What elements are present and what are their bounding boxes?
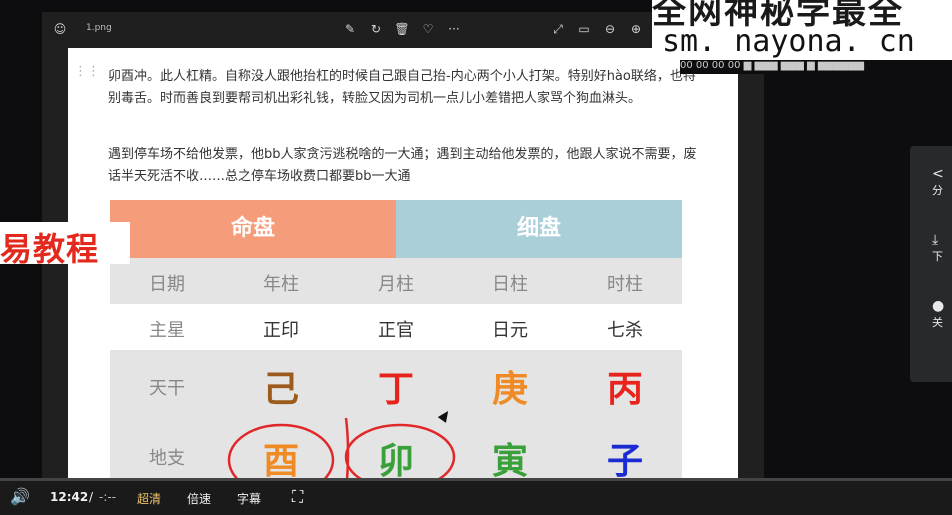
drag-handle-icon[interactable]: ⋮⋮ bbox=[74, 64, 100, 79]
heart-icon[interactable]: ♡ bbox=[420, 21, 436, 37]
download-label: 下 bbox=[932, 250, 943, 263]
share-label: 分 bbox=[932, 184, 943, 197]
share-icon: < bbox=[932, 166, 944, 182]
download-button[interactable]: ⤓ 下 bbox=[932, 232, 952, 264]
tutorial-label: 易教程 bbox=[0, 222, 130, 268]
expand-icon[interactable]: ⤢ bbox=[550, 21, 566, 37]
handdrawn-annotation bbox=[227, 417, 456, 497]
paragraph-2: 遇到停车场不给他发票，他bb人家贪污逃税啥的一大通；遇到主动给他发票的，他跟人家… bbox=[108, 147, 697, 184]
tutorial-label-text: 易教程 bbox=[0, 230, 100, 268]
zoom-in-icon[interactable]: ⊕ bbox=[628, 21, 644, 37]
paragraph-1: 卯酉冲。此人杠精。自称没人跟他抬杠的时候自己跟自己抬-内心两个小人打架。特别好h… bbox=[108, 69, 696, 106]
time-separator: / bbox=[89, 490, 94, 504]
download-icon: ⤓ bbox=[932, 232, 939, 248]
speed-button[interactable]: 倍速 bbox=[187, 490, 211, 507]
document-page: ⋮⋮ 卯酉冲。此人杠精。自称没人跟他抬杠的时候自己跟自己抬-内心两个小人打架。特… bbox=[68, 48, 738, 515]
rotate-icon[interactable]: ↻ bbox=[368, 21, 384, 37]
fullscreen-icon[interactable]: ⛶ bbox=[292, 487, 303, 507]
current-time: 12:42 bbox=[50, 490, 89, 504]
smile-icon[interactable]: ☺ bbox=[52, 21, 68, 37]
filename-label: 1.png bbox=[86, 23, 112, 33]
more-icon[interactable]: ··· bbox=[446, 21, 462, 37]
fit-icon[interactable]: ▭ bbox=[576, 21, 592, 37]
video-player-controls: 🔊 12:42 / -:-- 超清 倍速 字幕 ⛶ bbox=[0, 481, 952, 515]
lightbulb-icon: ● bbox=[932, 298, 945, 314]
volume-icon[interactable]: 🔊 bbox=[10, 487, 30, 506]
edit-icon[interactable]: ✎ bbox=[342, 21, 358, 37]
image-viewer-window: ☺ 1.png ✎ ↻ 🗑 ♡ ··· ⤢ ▭ ⊖ ⊕ ⋮⋮ 卯酉冲。此人杠精。… bbox=[42, 12, 764, 515]
quality-button[interactable]: 超清 bbox=[137, 490, 161, 507]
delete-icon[interactable]: 🗑 bbox=[394, 21, 410, 37]
lights-off-label: 关 bbox=[932, 316, 943, 329]
share-button[interactable]: < 分 bbox=[932, 166, 952, 198]
watermark-box: 全网神秘学最全 sm. nayona. cn bbox=[652, 0, 952, 60]
duration: -:-- bbox=[99, 490, 117, 504]
subtitle-button[interactable]: 字幕 bbox=[237, 490, 261, 507]
lights-off-button[interactable]: ● 关 bbox=[932, 298, 952, 330]
watermark-strip: 00 00 00 00 ▆ ▆▆▆ ▆▆▆ ▆ ▆▆▆▆▆▆ bbox=[680, 60, 952, 74]
zoom-out-icon[interactable]: ⊖ bbox=[602, 21, 618, 37]
watermark-url: sm. nayona. cn bbox=[662, 24, 915, 59]
share-side-panel: < 分 ⤓ 下 ● 关 bbox=[910, 146, 952, 382]
